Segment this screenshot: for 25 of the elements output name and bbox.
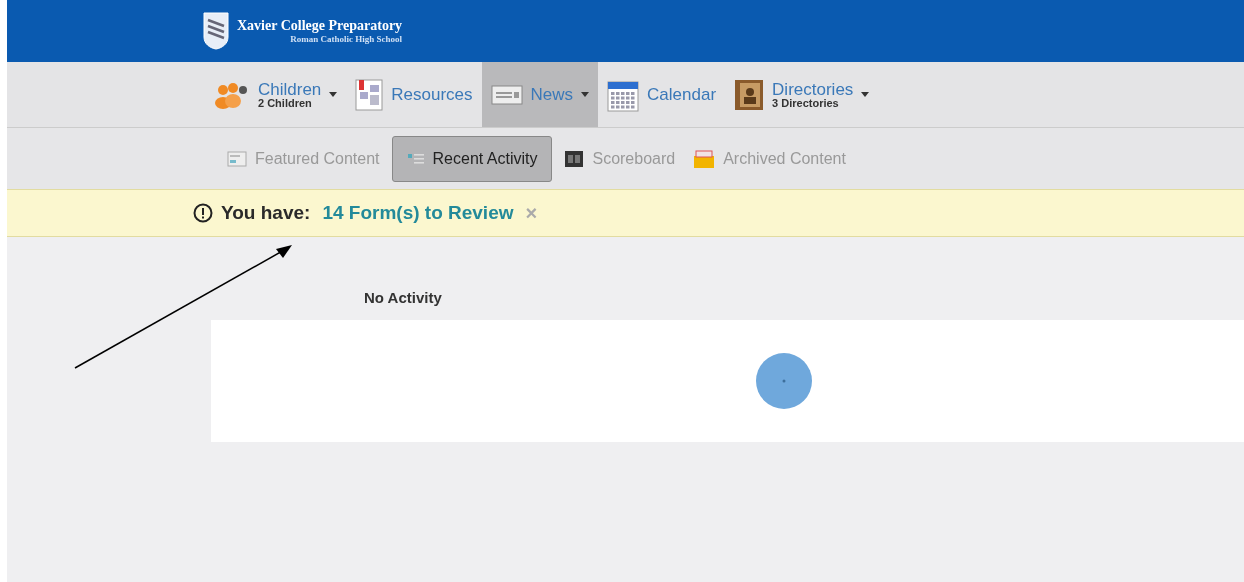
book-icon [734, 78, 765, 111]
nav-item[interactable]: Resources [346, 62, 482, 127]
document-icon [355, 78, 384, 111]
list-icon [406, 151, 425, 166]
nav-item[interactable]: Calendar [598, 62, 726, 127]
sub-tab[interactable]: Scoreboard [558, 135, 682, 182]
review-forms-link[interactable]: 14 Form(s) to Review [322, 198, 514, 228]
sub-tab[interactable]: Archived Content [687, 135, 852, 182]
newspaper-icon [490, 84, 523, 105]
box-icon [693, 148, 716, 169]
school-name: Xavier College Preparatory [237, 18, 403, 33]
nav-item[interactable]: Children 2 Children [205, 62, 347, 127]
nav-item[interactable]: News [481, 62, 599, 127]
scoreboard-icon [564, 149, 585, 168]
crest-logo [203, 12, 229, 50]
sub-tab[interactable]: Recent Activity [391, 135, 553, 182]
activity-heading: No Activity [364, 288, 443, 308]
people-icon [214, 80, 250, 109]
close-button[interactable]: × [525, 198, 538, 228]
sub-tab[interactable]: Featured Content [221, 135, 386, 182]
nav-item[interactable]: Directories 3 Directories [725, 62, 879, 127]
alert-icon [193, 203, 213, 223]
school-tagline: Roman Catholic High School [290, 34, 403, 44]
image-icon [227, 150, 247, 167]
alert-label: You have: [221, 200, 311, 225]
